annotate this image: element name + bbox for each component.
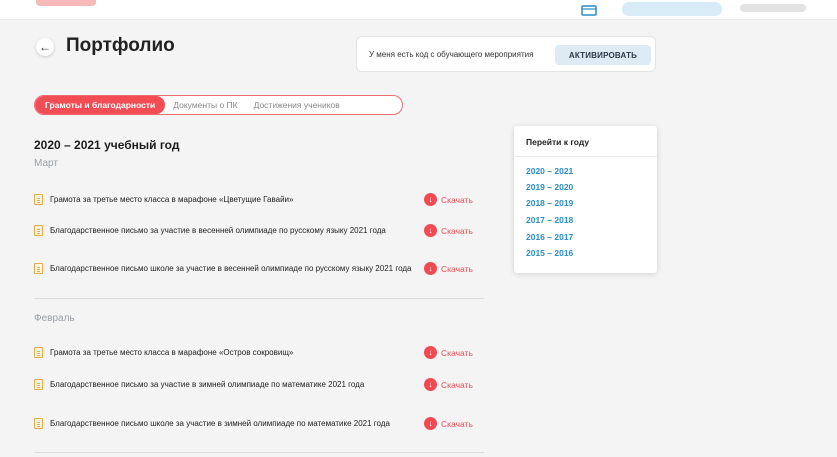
download-label: Скачать (441, 347, 473, 358)
download-label: Скачать (441, 263, 473, 274)
document-row: Благодарственное письмо школе за участие… (34, 262, 484, 287)
back-button[interactable]: ← (36, 38, 54, 56)
user-menu[interactable] (740, 4, 806, 12)
document-icon (34, 347, 43, 358)
document-row: Благодарственное письмо школе за участие… (34, 417, 484, 442)
brand-logo[interactable] (36, 0, 96, 6)
document-row: Благодарственное письмо за участие в вес… (34, 224, 484, 249)
document-title: Грамота за третье место класса в марафон… (50, 195, 294, 204)
year-link[interactable]: 2015 – 2016 (526, 248, 573, 258)
activation-code-box: У меня есть код с обучающего мероприятия… (356, 36, 656, 72)
download-button[interactable]: ↓ Скачать (424, 417, 473, 430)
year-nav-divider (514, 156, 657, 157)
month-divider (34, 452, 484, 453)
download-button[interactable]: ↓ Скачать (424, 262, 473, 275)
tab-certificates[interactable]: Грамоты и благодарности (35, 96, 166, 114)
document-icon (34, 263, 43, 274)
download-label: Скачать (441, 379, 473, 390)
download-label: Скачать (441, 194, 473, 205)
tab-training-documents[interactable]: Документы о ПК (165, 96, 245, 114)
document-icon (34, 418, 43, 429)
download-button[interactable]: ↓ Скачать (424, 193, 473, 206)
document-icon (34, 379, 43, 390)
document-title: Благодарственное письмо за участие в зим… (50, 380, 365, 389)
document-title: Благодарственное письмо за участие в вес… (50, 226, 386, 235)
download-icon: ↓ (424, 262, 437, 275)
tab-student-achievements[interactable]: Достижения учеников (246, 96, 348, 114)
month-heading: Февраль (34, 313, 75, 324)
month-heading: Март (34, 158, 58, 169)
document-title: Благодарственное письмо школе за участие… (50, 419, 390, 428)
download-label: Скачать (441, 418, 473, 429)
section-year-title: 2020 – 2021 учебный год (34, 138, 180, 152)
download-icon: ↓ (424, 417, 437, 430)
header-pill-button[interactable] (622, 2, 722, 16)
arrow-left-icon: ← (39, 40, 51, 54)
download-label: Скачать (441, 225, 473, 236)
year-link[interactable]: 2018 – 2019 (526, 198, 573, 208)
document-row: Грамота за третье место класса в марафон… (34, 193, 484, 218)
document-icon (34, 194, 43, 205)
page-title: Портфолио (66, 35, 175, 56)
activate-button[interactable]: АКТИВИРОВАТЬ (555, 45, 651, 65)
month-divider (34, 298, 484, 299)
year-nav-title: Перейти к году (526, 137, 590, 147)
download-icon: ↓ (424, 378, 437, 391)
download-button[interactable]: ↓ Скачать (424, 224, 473, 237)
year-link[interactable]: 2019 – 2020 (526, 182, 573, 192)
document-title: Благодарственное письмо школе за участие… (50, 264, 412, 273)
year-link[interactable]: 2020 – 2021 (526, 166, 573, 176)
document-row: Грамота за третье место класса в марафон… (34, 346, 484, 371)
year-link[interactable]: 2016 – 2017 (526, 232, 573, 242)
top-bar (0, 0, 837, 20)
download-button[interactable]: ↓ Скачать (424, 378, 473, 391)
document-icon (34, 225, 43, 236)
document-row: Благодарственное письмо за участие в зим… (34, 378, 484, 403)
portfolio-tabs: Грамоты и благодарности Документы о ПК Д… (34, 95, 403, 115)
download-button[interactable]: ↓ Скачать (424, 346, 473, 359)
download-icon: ↓ (424, 224, 437, 237)
document-title: Грамота за третье место класса в марафон… (50, 348, 294, 357)
download-icon: ↓ (424, 346, 437, 359)
activation-code-label: У меня есть код с обучающего мероприятия (369, 50, 534, 59)
download-icon: ↓ (424, 193, 437, 206)
cart-icon[interactable] (580, 3, 598, 17)
year-navigation: Перейти к году 2020 – 2021 2019 – 2020 2… (514, 126, 657, 273)
year-link[interactable]: 2017 – 2018 (526, 215, 573, 225)
